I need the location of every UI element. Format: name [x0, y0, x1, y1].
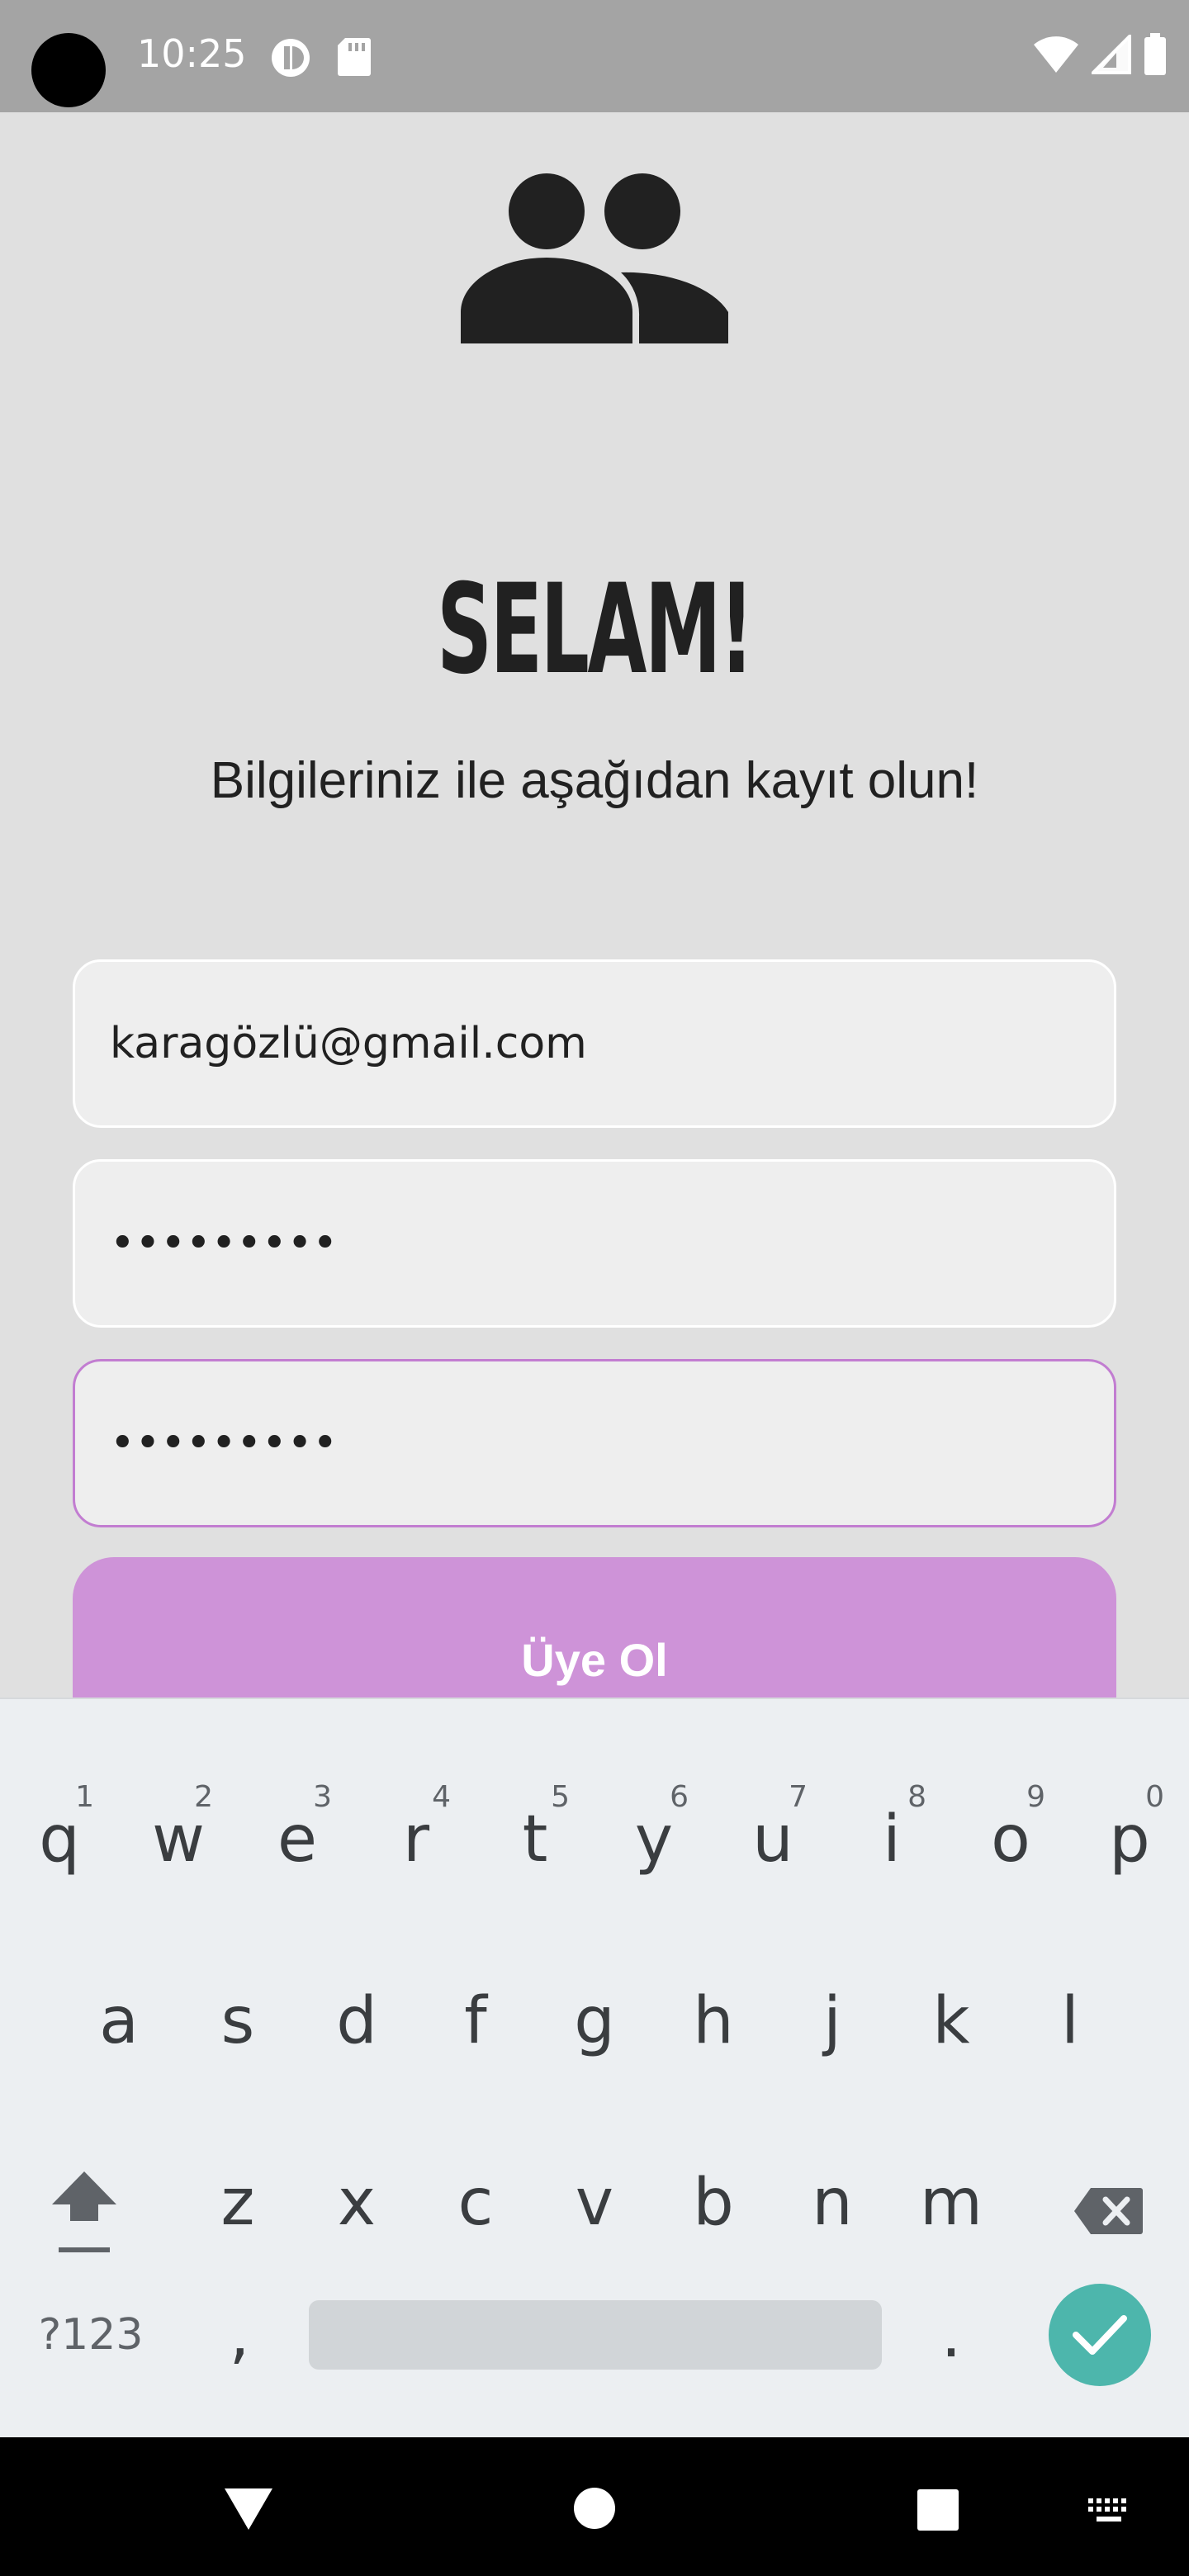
- key-j[interactable]: j: [773, 1939, 892, 2104]
- recents-icon[interactable]: [917, 2488, 959, 2531]
- key-label: i: [883, 1802, 901, 1877]
- key-o[interactable]: 9o: [951, 1757, 1070, 1922]
- page-subtitle: Bilgileriniz ile aşağıdan kayıt olun!: [210, 752, 979, 809]
- key-q[interactable]: 1q: [0, 1757, 119, 1922]
- wifi-icon: [1034, 36, 1078, 73]
- symbols-key[interactable]: ?123: [25, 2252, 157, 2417]
- confirm-password-field[interactable]: •••••••••: [73, 1359, 1116, 1527]
- check-icon: [1073, 2315, 1127, 2355]
- status-time: 10:25: [137, 31, 247, 76]
- key-label: e: [277, 1802, 317, 1877]
- confirm-password-value[interactable]: •••••••••: [110, 1418, 338, 1468]
- key-label: r: [402, 1802, 430, 1877]
- shift-icon: [52, 2171, 116, 2252]
- sd-card-icon: [338, 38, 371, 76]
- back-icon[interactable]: [223, 2487, 274, 2531]
- keyboard-switch-icon[interactable]: [1088, 2498, 1131, 2526]
- key-label: p: [1109, 1802, 1150, 1877]
- key-hint-5: 5: [551, 1780, 570, 1814]
- key-label: y: [634, 1802, 674, 1877]
- key-label: u: [752, 1802, 793, 1877]
- comma-key[interactable]: ,: [180, 2252, 299, 2417]
- key-e[interactable]: 3e: [238, 1757, 357, 1922]
- key-label: t: [522, 1802, 548, 1877]
- email-field[interactable]: karagözlü@gmail.com: [73, 959, 1116, 1128]
- key-hint-3: 3: [313, 1780, 332, 1814]
- key-t[interactable]: 5t: [476, 1757, 594, 1922]
- backspace-icon: [1074, 2188, 1143, 2234]
- key-b[interactable]: b: [654, 2120, 773, 2285]
- people-icon: [461, 173, 728, 343]
- key-hint-2: 2: [194, 1780, 213, 1814]
- key-l[interactable]: l: [1011, 1939, 1130, 2104]
- key-label: q: [39, 1802, 80, 1877]
- enter-key[interactable]: [1049, 2284, 1151, 2386]
- spacebar[interactable]: [309, 2300, 882, 2370]
- status-bar: 10:25: [0, 0, 1189, 112]
- key-k[interactable]: k: [892, 1939, 1011, 2104]
- key-d[interactable]: d: [297, 1939, 416, 2104]
- cellular-signal-icon: [1092, 35, 1131, 74]
- backspace-key[interactable]: [1049, 2129, 1168, 2294]
- key-x[interactable]: x: [297, 2120, 416, 2285]
- key-v[interactable]: v: [535, 2120, 654, 2285]
- key-a[interactable]: a: [59, 1939, 178, 2104]
- key-hint-9: 9: [1026, 1780, 1045, 1814]
- status-right-icons: [1032, 33, 1168, 76]
- key-p[interactable]: 0p: [1070, 1757, 1189, 1922]
- key-hint-1: 1: [75, 1780, 94, 1814]
- battery-icon: [1144, 33, 1166, 75]
- data-saver-icon: [272, 39, 310, 77]
- key-f[interactable]: f: [416, 1939, 535, 2104]
- key-g[interactable]: g: [535, 1939, 654, 2104]
- key-u[interactable]: 7u: [713, 1757, 832, 1922]
- key-c[interactable]: c: [416, 2120, 535, 2285]
- page-title: SELAM!: [437, 558, 754, 702]
- home-icon[interactable]: [573, 2487, 616, 2530]
- signup-button-label: Üye Ol: [521, 1634, 668, 1686]
- key-n[interactable]: n: [773, 2120, 892, 2285]
- signup-screen: SELAM! Bilgileriniz ile aşağıdan kayıt o…: [0, 112, 1189, 1739]
- key-hint-0: 0: [1145, 1780, 1164, 1814]
- key-hint-6: 6: [670, 1780, 689, 1814]
- soft-keyboard: 1q2w3e4r5t6y7u8i9o0p asdfghjkl zxcvbnm ?…: [0, 1698, 1189, 2437]
- key-hint-8: 8: [907, 1780, 926, 1814]
- navigation-bar: [0, 2437, 1189, 2576]
- key-w[interactable]: 2w: [119, 1757, 238, 1922]
- password-value[interactable]: •••••••••: [110, 1219, 338, 1268]
- password-field[interactable]: •••••••••: [73, 1159, 1116, 1328]
- key-y[interactable]: 6y: [594, 1757, 713, 1922]
- email-value[interactable]: karagözlü@gmail.com: [110, 1019, 587, 1068]
- key-hint-4: 4: [432, 1780, 451, 1814]
- key-h[interactable]: h: [654, 1939, 773, 2104]
- key-s[interactable]: s: [178, 1939, 297, 2104]
- key-label: o: [991, 1802, 1030, 1877]
- key-hint-7: 7: [789, 1780, 808, 1814]
- key-r[interactable]: 4r: [357, 1757, 476, 1922]
- period-key[interactable]: .: [892, 2252, 1011, 2417]
- key-i[interactable]: 8i: [832, 1757, 951, 1922]
- camera-cutout: [31, 33, 106, 107]
